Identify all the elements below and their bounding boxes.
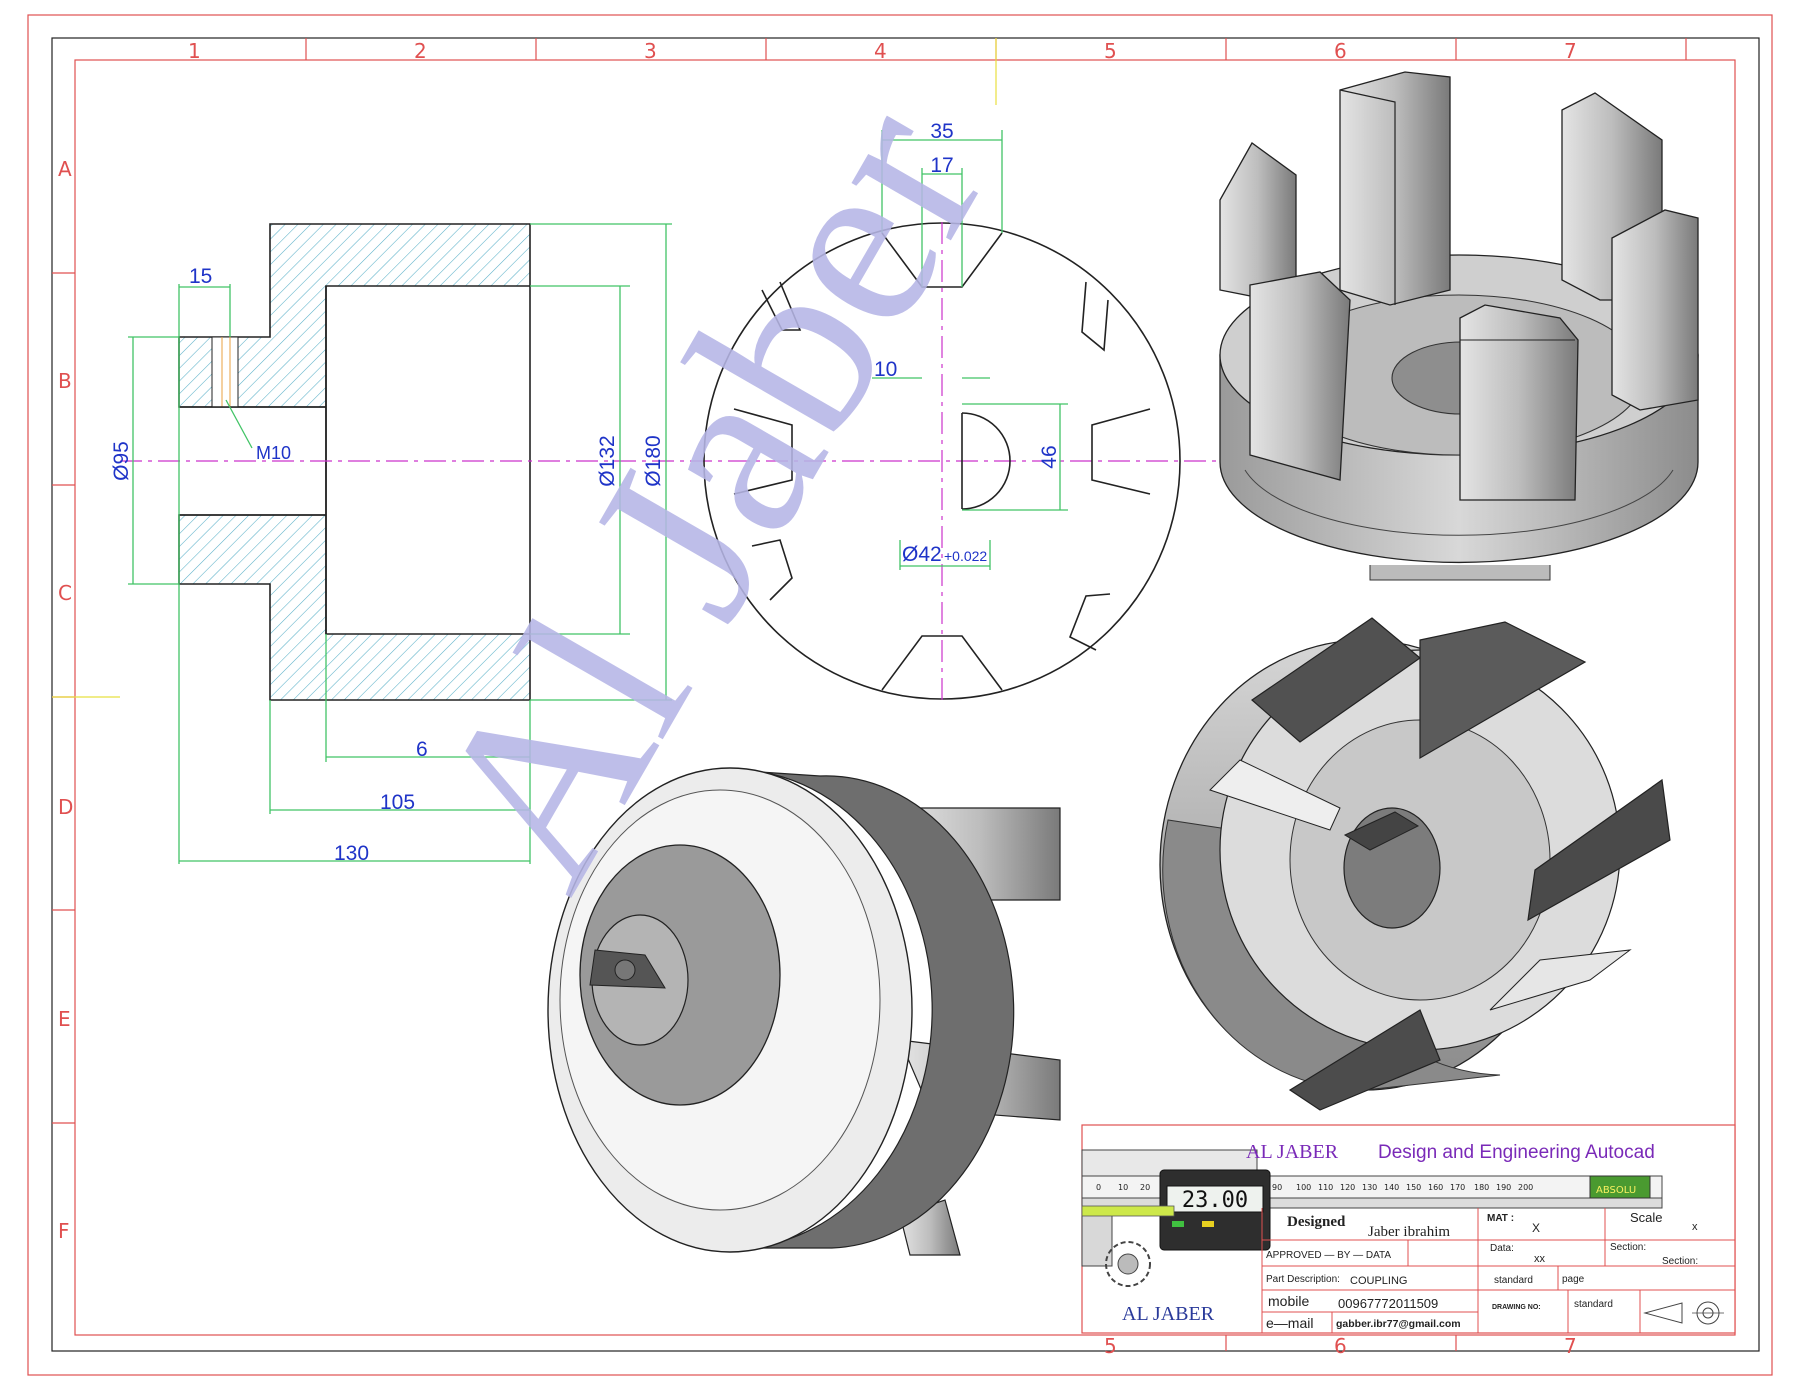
grid-col-3: 3 [644,39,657,63]
email-label: e—mail [1266,1315,1313,1331]
designed-label: Designed [1287,1214,1346,1230]
scale-tick-label: 160 [1428,1183,1443,1192]
grid-col-bottom-6: 6 [1334,1334,1347,1358]
designer-name: Jaber ibrahim [1368,1224,1450,1240]
scale-tick-label: 120 [1340,1183,1355,1192]
mat-value: X [1532,1221,1540,1235]
scale-tick-label: 100 [1296,1183,1311,1192]
grid-row-f: F [58,1219,70,1243]
grid-col-bottom-5: 5 [1104,1334,1117,1358]
scale-tick-label: 190 [1496,1183,1511,1192]
iso-view-lower-right [1159,617,1671,1111]
dim-130: 130 [334,842,369,865]
scale-tick-label: 150 [1406,1183,1421,1192]
grid-row-d: D [58,795,73,819]
dim-dia-95: Ø95 [110,441,133,481]
dim-15: 15 [189,265,212,288]
scale-tick-label: 180 [1474,1183,1489,1192]
company-heading: AL JABER [1246,1141,1339,1163]
dim-tolerance: +0.022 [944,548,987,564]
grid-col-2: 2 [414,39,427,63]
title-block: ABSOLU 23.00 0 10 20 90 100 110 120 130 … [1081,1124,1736,1334]
section-label: Section: [1610,1242,1646,1253]
scale-tick-label: 90 [1272,1183,1282,1192]
grid-row-e: E [58,1007,71,1031]
scale-tick-label: 20 [1140,1183,1150,1192]
grid-col-6: 6 [1334,39,1347,63]
scale-tick-label: 140 [1384,1183,1399,1192]
scale-label: Scale [1630,1210,1663,1225]
scale-tick-label: 10 [1118,1183,1128,1192]
data-value: xx [1534,1253,1546,1265]
dim-35: 35 [930,120,953,143]
page-label: page [1562,1274,1585,1285]
grid-col-1: 1 [188,39,201,63]
grid-col-7: 7 [1564,39,1577,63]
scale-tick-label: 130 [1362,1183,1377,1192]
grid-col-5: 5 [1104,39,1117,63]
scale-tick-label: 0 [1096,1183,1101,1192]
part-description-label: Part Description: [1266,1274,1340,1285]
dim-dia-42: Ø42 [902,543,942,566]
grid-col-bottom-7: 7 [1564,1334,1577,1358]
mat-label: MAT : [1487,1213,1514,1224]
dim-46: 46 [1038,445,1061,468]
email-address: gabber.ibr77@gmail.com [1336,1318,1461,1330]
grid-row-c: C [58,581,72,605]
scale-tick-label: 110 [1318,1183,1333,1192]
standard-label: standard [1494,1275,1533,1286]
part-description: COUPLING [1350,1275,1407,1287]
grid-row-a: A [58,157,72,181]
section-value: Section: [1662,1256,1698,1267]
drawing-number-label: DRAWING NO: [1492,1304,1541,1311]
approved-label: APPROVED — BY — DATA [1266,1250,1391,1261]
grid-col-4: 4 [874,39,887,63]
drawing-standard: standard [1574,1299,1613,1310]
dim-m10: M10 [256,443,291,463]
drawing-sheet: 1 2 3 4 5 6 7 5 6 7 A B C D E F 15 M10 Ø… [27,14,1773,1376]
logo-text: AL JABER [1122,1303,1215,1325]
scale-value: x [1692,1221,1698,1233]
company-heading-rest: Design and Engineering Autocad [1378,1142,1655,1163]
mobile-number: 00967772011509 [1338,1296,1438,1311]
scale-tick-label: 200 [1518,1183,1533,1192]
caliper-reading: 23.00 [1182,1188,1248,1213]
data-label: Data: [1490,1243,1514,1254]
scale-tick-label: 170 [1450,1183,1465,1192]
caliper-brand: ABSOLU [1596,1185,1636,1196]
iso-view-top-right [1219,71,1699,581]
mobile-label: mobile [1268,1293,1309,1309]
grid-row-b: B [58,369,72,393]
